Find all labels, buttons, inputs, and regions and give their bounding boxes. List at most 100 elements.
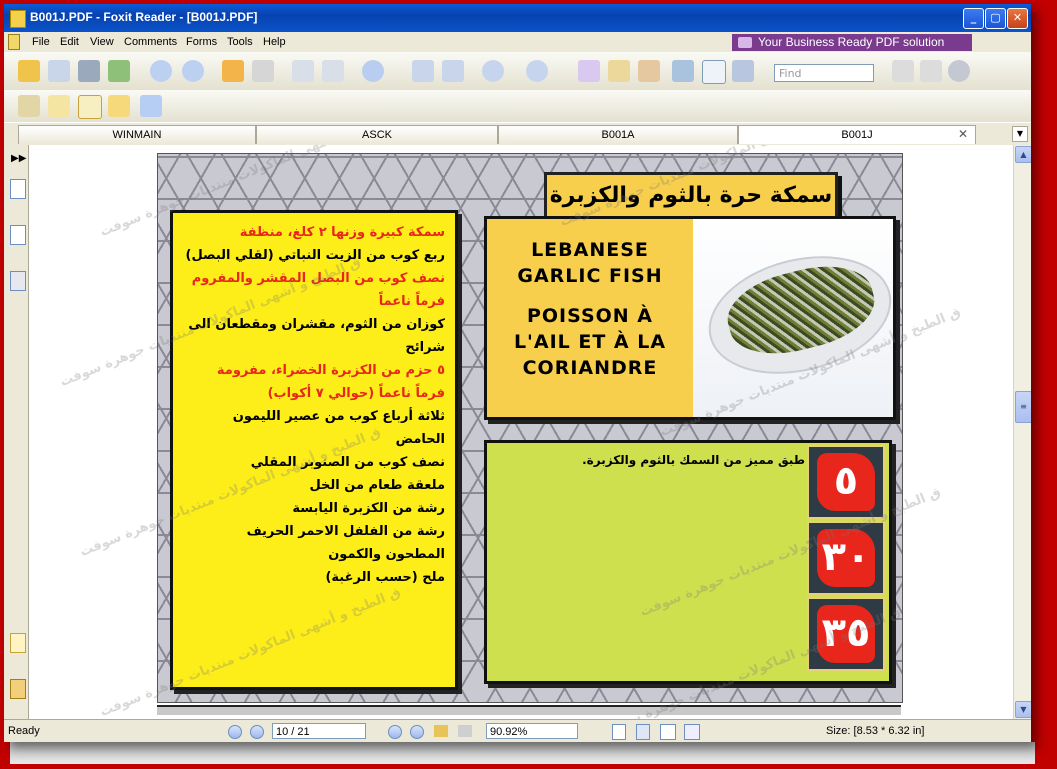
minimize-button[interactable]: _ — [963, 8, 984, 29]
camera-icon[interactable] — [732, 60, 754, 82]
back-icon[interactable] — [222, 60, 244, 82]
menu-comments[interactable]: Comments — [124, 36, 177, 48]
zoom-icon[interactable] — [362, 60, 384, 82]
continuous-view-icon[interactable] — [636, 724, 650, 740]
description-text: طبق مميز من السمك بالثوم والكزبرة. — [582, 453, 805, 467]
menu-help[interactable]: Help — [263, 36, 286, 48]
arrow-tool-icon[interactable] — [140, 95, 162, 117]
select-text-icon[interactable] — [608, 60, 630, 82]
servings-value: ٥ — [833, 458, 859, 504]
ingredient-item: ملعقة طعام من الخل — [309, 478, 445, 493]
prev-page-icon[interactable] — [150, 60, 172, 82]
snapshot-icon[interactable] — [638, 60, 660, 82]
highlight-icon[interactable] — [18, 95, 40, 117]
menu-view[interactable]: View — [90, 36, 114, 48]
ingredient-item: نصف كوب من البصل المقشر والمفروم فرماً ن… — [191, 271, 445, 309]
menu-file[interactable]: File — [32, 36, 50, 48]
first-page-icon[interactable] — [228, 725, 242, 739]
ingredient-item: ربع كوب من الزيت النباتي (لقلي البصل) — [185, 248, 446, 263]
continuous-page-icon[interactable] — [322, 60, 344, 82]
single-page-icon[interactable] — [292, 60, 314, 82]
email-icon[interactable] — [108, 60, 130, 82]
title-bar[interactable]: B001J.PDF - Foxit Reader - [B001J.PDF] _… — [4, 4, 1031, 32]
search-icon[interactable] — [948, 60, 970, 82]
zoom-out-icon[interactable] — [482, 60, 504, 82]
pages-panel-icon[interactable] — [10, 179, 26, 199]
main-toolbar: Find — [4, 52, 1031, 91]
english-french-titles: LEBANESE GARLIC FISH POISSON À L'AIL ET … — [487, 237, 693, 381]
fit-page-icon[interactable] — [412, 60, 434, 82]
ingredient-item: ملح (حسب الرغبة) — [325, 570, 445, 585]
typewriter-icon[interactable] — [702, 60, 726, 84]
ingredient-item: كوزان من الثوم، مقشران ومقطعان الى شرائح — [188, 317, 445, 355]
zoom-level-input[interactable]: 90.92% — [486, 723, 578, 739]
ingredient-item: سمكة كبيرة وزنها ٢ كلغ، منظفة — [239, 225, 445, 240]
tab-list-dropdown-icon[interactable]: ▼ — [1012, 126, 1028, 142]
promo-banner[interactable]: Your Business Ready PDF solution — [732, 34, 972, 51]
status-ready: Ready — [8, 725, 40, 737]
find-prev-icon[interactable] — [892, 60, 914, 82]
page-number-input[interactable]: 10 / 21 — [272, 723, 366, 739]
menu-forms[interactable]: Forms — [186, 36, 217, 48]
cook-time-badge: ٣٥ — [807, 597, 885, 671]
back-nav-icon[interactable] — [434, 725, 448, 737]
hand-tool-icon[interactable] — [578, 60, 600, 82]
forward-icon[interactable] — [252, 60, 274, 82]
servings-badge: ٥ — [807, 445, 885, 519]
layers-panel-icon[interactable] — [10, 271, 26, 291]
text-box-icon[interactable] — [78, 95, 102, 119]
next-page-icon[interactable] — [182, 60, 204, 82]
document-view[interactable]: سمكة كبيرة وزنها ٢ كلغ، منظفة ربع كوب من … — [29, 145, 1013, 719]
pdf-app-icon — [10, 10, 26, 28]
attachments-panel-icon[interactable] — [10, 679, 26, 699]
doc-icon — [8, 34, 20, 50]
last-page-icon[interactable] — [410, 725, 424, 739]
window-title: B001J.PDF - Foxit Reader - [B001J.PDF] — [30, 10, 258, 24]
prep-time-value: ٣٠ — [821, 534, 871, 580]
facing-view-icon[interactable] — [660, 724, 676, 740]
tab-winmain[interactable]: WINMAIN — [18, 125, 256, 144]
comments-panel-icon[interactable] — [10, 633, 26, 653]
scroll-down-icon[interactable]: ▼ — [1015, 701, 1031, 718]
navigation-panel: ▶▶ — [4, 145, 29, 719]
ingredients-box: سمكة كبيرة وزنها ٢ كلغ، منظفة ربع كوب من … — [170, 210, 458, 690]
ingredient-item: رشة من الفلفل الاحمر الحريف المطحون والك… — [246, 524, 445, 562]
open-icon[interactable] — [18, 60, 40, 82]
menu-tools[interactable]: Tools — [227, 36, 253, 48]
previous-page-icon[interactable] — [250, 725, 264, 739]
find-input[interactable]: Find — [774, 64, 874, 82]
close-button[interactable]: ✕ — [1007, 8, 1028, 29]
vertical-scrollbar[interactable]: ▲ ≡ ▼ — [1013, 145, 1031, 719]
callout-icon[interactable] — [108, 95, 130, 117]
tab-b001a[interactable]: B001A — [498, 125, 738, 144]
fish-photo — [693, 219, 893, 417]
print-icon[interactable] — [78, 60, 100, 82]
french-title: POISSON À L'AIL ET À LA CORIANDRE — [513, 305, 667, 379]
comment-toolbar — [4, 90, 1031, 123]
frame-shadow — [10, 742, 1035, 764]
tab-b001j[interactable]: B001J — [738, 125, 976, 144]
fit-width-icon[interactable] — [442, 60, 464, 82]
continuous-facing-icon[interactable] — [684, 724, 700, 740]
tab-asck[interactable]: ASCK — [256, 125, 498, 144]
scroll-up-icon[interactable]: ▲ — [1015, 146, 1031, 163]
promo-icon — [738, 37, 752, 48]
ingredient-item: رشة من الكزبرة اليابسة — [292, 501, 445, 516]
page-separator — [157, 705, 901, 715]
menu-edit[interactable]: Edit — [60, 36, 79, 48]
forward-nav-icon[interactable] — [458, 725, 472, 737]
zoom-in-icon[interactable] — [526, 60, 548, 82]
number-badges: ٥ ٣٠ ٣٥ — [807, 443, 887, 681]
tab-close-icon[interactable]: ✕ — [958, 127, 968, 141]
save-icon[interactable] — [48, 60, 70, 82]
maximize-button[interactable]: ▢ — [985, 8, 1006, 29]
single-page-view-icon[interactable] — [612, 724, 626, 740]
expand-panel-icon[interactable]: ▶▶ — [11, 153, 26, 164]
find-next-icon[interactable] — [920, 60, 942, 82]
next-page-button-icon[interactable] — [388, 725, 402, 739]
note-icon[interactable] — [48, 95, 70, 117]
menu-bar: File Edit View Comments Forms Tools Help… — [4, 32, 1031, 52]
bookmarks-panel-icon[interactable] — [10, 225, 26, 245]
binoculars-icon[interactable] — [672, 60, 694, 82]
scroll-thumb[interactable]: ≡ — [1015, 391, 1031, 423]
